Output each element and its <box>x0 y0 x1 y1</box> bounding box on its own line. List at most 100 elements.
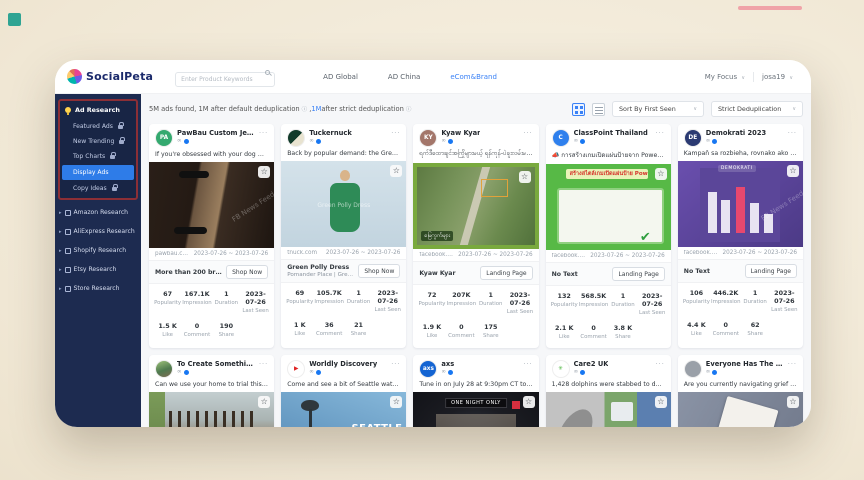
ad-domain[interactable]: facebook.com/11... <box>552 253 587 259</box>
info-icon[interactable]: ⓘ <box>406 105 412 113</box>
ad-research-group: Ad Research Featured Ads New Trending <box>58 99 138 200</box>
brand-name[interactable]: Kyaw Kyar <box>441 129 480 137</box>
favorite-star-button[interactable]: ☆ <box>519 171 531 183</box>
grid-view-button[interactable] <box>572 103 585 116</box>
card-menu-button[interactable]: ··· <box>788 129 797 137</box>
ad-card[interactable]: Tuckernuck ∞ ··· Back by popular demand:… <box>281 124 406 348</box>
ad-domain[interactable]: facebook.com/10... <box>684 250 719 256</box>
card-menu-button[interactable]: ··· <box>656 360 665 368</box>
brand-name[interactable]: ClassPoint Thailand <box>574 129 648 137</box>
card-menu-button[interactable]: ··· <box>391 360 400 368</box>
brand-name[interactable]: To Create Something Exceptio... <box>177 360 255 368</box>
search-input[interactable] <box>175 72 275 87</box>
card-header: DE Demokrati 2023 ∞ ··· <box>678 124 803 149</box>
brand-name[interactable]: axs <box>441 360 454 368</box>
card-menu-button[interactable]: ··· <box>523 360 532 368</box>
card-menu-button[interactable]: ··· <box>259 360 268 368</box>
main-tab[interactable]: AD Global <box>323 73 358 81</box>
ad-creative-image[interactable]: ☆ <box>149 392 274 427</box>
sidebar-item[interactable]: ▸ Store Research <box>55 279 141 298</box>
brand-name[interactable]: Everyone Has The Freedom To... <box>706 360 784 368</box>
sidebar-subitem[interactable]: Top Charts <box>60 149 136 164</box>
favorite-star-button[interactable]: ☆ <box>787 165 799 177</box>
ad-creative-image[interactable]: ☆ မြေကွက်များ <box>413 163 538 249</box>
ad-card[interactable]: KY Kyaw Kyar ∞ ··· ရက်ဒီထောချ <box>413 124 538 348</box>
ad-creative-image[interactable]: ☆ สร้างสไตล์เกมเปิดแผ่นป้าย PowerPoint! <box>546 164 671 250</box>
favorite-star-button[interactable]: ☆ <box>787 396 799 408</box>
sidebar-item[interactable]: ▸ Amazon Research <box>55 203 141 222</box>
brand-avatar[interactable] <box>155 360 173 378</box>
brand-name[interactable]: Worldly Discovery <box>309 360 377 368</box>
sidebar-item-ad-research[interactable]: Ad Research <box>60 101 136 119</box>
list-view-button[interactable] <box>592 103 605 116</box>
ad-domain[interactable]: tnuck.com <box>287 250 317 256</box>
deduplication-dropdown[interactable]: Strict Deduplication ∨ <box>711 101 803 117</box>
facebook-icon <box>184 370 189 375</box>
ad-creative-image[interactable]: ☆ <box>678 392 803 427</box>
brand-avatar[interactable]: C <box>552 129 570 147</box>
stat-duration: 1 Duration <box>608 292 637 316</box>
cta-button[interactable]: Landing Page <box>745 264 797 278</box>
sidebar-item[interactable]: ▸ AliExpress Research <box>55 222 141 241</box>
sort-dropdown[interactable]: Sort By First Seen ∨ <box>612 101 704 117</box>
ad-domain[interactable]: pawbau.com <box>155 251 190 257</box>
card-menu-button[interactable]: ··· <box>523 129 532 137</box>
ad-card[interactable]: ▶ Worldly Discovery ∞ ··· Com <box>281 355 406 427</box>
ad-card[interactable]: Everyone Has The Freedom To... ∞ ··· Are… <box>678 355 803 427</box>
sidebar-subitem[interactable]: Featured Ads <box>60 119 136 134</box>
brand-name[interactable]: Care2 UK <box>574 360 609 368</box>
sidebar-item[interactable]: ▸ Etsy Research <box>55 260 141 279</box>
card-menu-button[interactable]: ··· <box>259 129 268 137</box>
sidebar-item[interactable]: ▸ Shopify Research <box>55 241 141 260</box>
ad-card[interactable]: To Create Something Exceptio... ∞ ··· Ca… <box>149 355 274 427</box>
favorite-star-button[interactable]: ☆ <box>390 165 402 177</box>
brand-avatar[interactable]: DE <box>684 129 702 147</box>
favorite-star-button[interactable]: ☆ <box>258 396 270 408</box>
ad-domain[interactable]: facebook.com/10... <box>419 252 454 258</box>
card-menu-button[interactable]: ··· <box>656 129 665 137</box>
main-tab[interactable]: eCom&Brand <box>450 73 497 81</box>
cta-button[interactable]: Shop Now <box>358 264 400 278</box>
favorite-star-button[interactable]: ☆ <box>655 396 667 408</box>
brand-name[interactable]: PawBau Custom Jewelry <box>177 129 255 137</box>
favorite-star-button[interactable]: ☆ <box>390 396 402 408</box>
user-menu[interactable]: josa19 ∨ <box>762 73 793 81</box>
sidebar-subitem[interactable]: Copy Ideas <box>60 181 136 196</box>
favorite-star-button[interactable]: ☆ <box>655 168 667 180</box>
info-icon[interactable]: ⓘ <box>302 105 308 113</box>
ad-creative-image[interactable]: ☆ ONE NIGHT ONLY <box>413 392 538 427</box>
brand-name[interactable]: Demokrati 2023 <box>706 129 766 137</box>
ad-creative-image[interactable]: ☆ <box>546 392 671 427</box>
card-menu-button[interactable]: ··· <box>391 129 400 137</box>
brand-avatar[interactable]: KY <box>419 129 437 147</box>
cta-button[interactable]: Landing Page <box>612 267 664 281</box>
favorite-star-button[interactable]: ☆ <box>258 166 270 178</box>
ad-card[interactable]: ✳ Care2 UK ∞ ··· 1,428 dolphi <box>546 355 671 427</box>
brand-avatar[interactable]: ✳ <box>552 360 570 378</box>
brand-name[interactable]: Tuckernuck <box>309 129 352 137</box>
ad-card[interactable]: C ClassPoint Thailand ∞ ··· � <box>546 124 671 348</box>
sidebar-subitem[interactable]: New Trending <box>60 134 136 149</box>
socialpeta-logo[interactable]: SocialPeta <box>67 69 153 84</box>
ad-creative-image[interactable]: ☆ SEATTLE WASHINGTON <box>281 392 406 427</box>
main-tab[interactable]: AD China <box>388 73 420 81</box>
ad-creative-image[interactable]: ☆ FB News Feed <box>149 162 274 248</box>
cta-button[interactable]: Landing Page <box>480 266 532 280</box>
brand-avatar[interactable] <box>684 360 702 378</box>
my-focus-menu[interactable]: My Focus ∨ <box>705 73 745 81</box>
brand-avatar[interactable]: axs <box>419 360 437 378</box>
ad-card[interactable]: PA PawBau Custom Jewelry ∞ ··· <box>149 124 274 348</box>
brand-avatar[interactable]: PA <box>155 129 173 147</box>
card-menu-button[interactable]: ··· <box>788 360 797 368</box>
brand-avatar[interactable] <box>287 129 305 147</box>
sidebar-subitem[interactable]: Display Ads <box>62 165 134 180</box>
meta-icon: ∞ <box>706 139 711 145</box>
cta-button[interactable]: Shop Now <box>226 265 268 279</box>
ad-creative-image[interactable]: ☆ DEMOKRATI FB News Feed <box>678 161 803 247</box>
ad-card[interactable]: axs axs ∞ ··· Tune in on July <box>413 355 538 427</box>
favorite-star-button[interactable]: ☆ <box>523 396 535 408</box>
brand-avatar[interactable]: ▶ <box>287 360 305 378</box>
stat-popularity: 72 Popularity <box>417 291 446 315</box>
ad-card[interactable]: DE Demokrati 2023 ∞ ··· Kampa <box>678 124 803 348</box>
ad-creative-image[interactable]: ☆ Green Polly Dress <box>281 161 406 247</box>
